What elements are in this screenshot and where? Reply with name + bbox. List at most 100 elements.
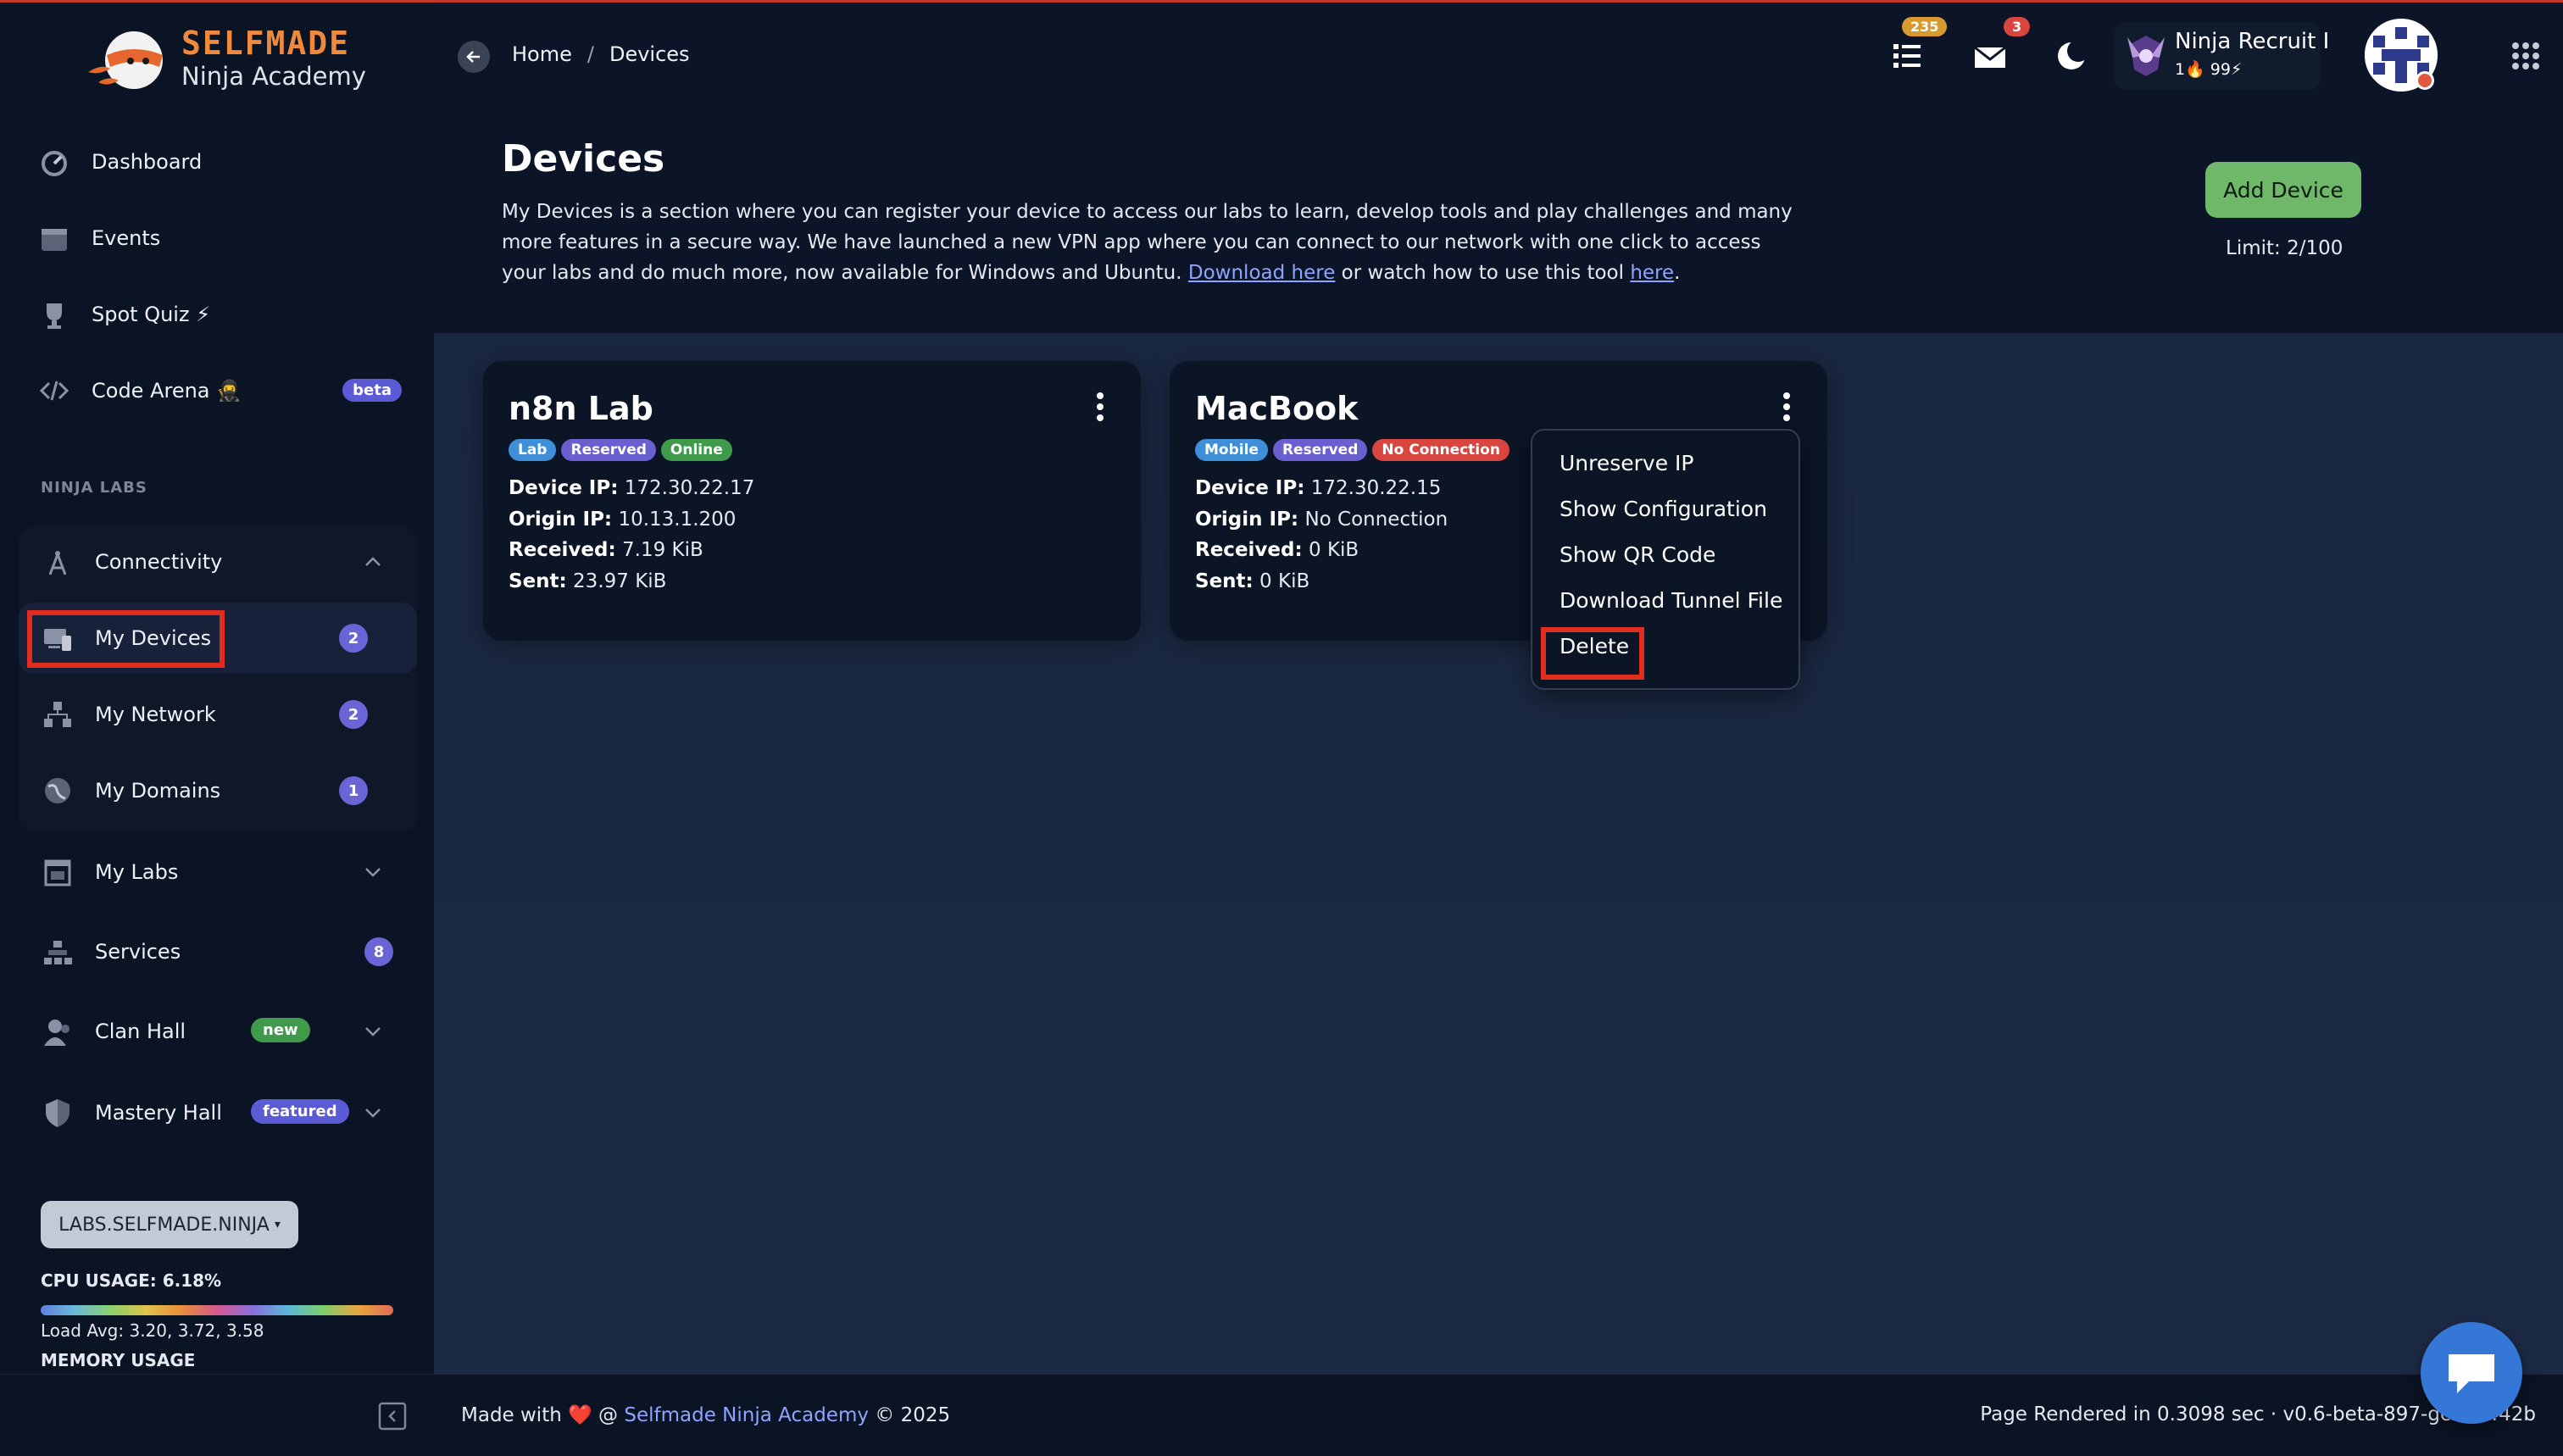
- sidebar-item-my-domains[interactable]: My Domains 1: [37, 765, 393, 816]
- device-tags: Lab Reserved Online: [509, 439, 732, 461]
- origin-ip-row: Origin IP: No Connection: [1195, 504, 1448, 536]
- footer-year: © 2025: [868, 1404, 951, 1426]
- featured-badge: featured: [251, 1099, 349, 1124]
- highlight-box-delete: [1541, 627, 1644, 680]
- kebab-menu-icon[interactable]: [1093, 392, 1107, 422]
- chevron-down-icon: [365, 1027, 381, 1036]
- menu-item-show-qr-code[interactable]: Show QR Code: [1559, 542, 1715, 567]
- sent-row: Sent: 0 KiB: [1195, 566, 1448, 597]
- device-ip-row: Device IP: 172.30.22.15: [1195, 473, 1448, 504]
- ninja-logo-icon: [88, 31, 163, 89]
- chevron-up-icon: [365, 557, 381, 566]
- lab-window-icon: [37, 852, 78, 892]
- theme-toggle-button[interactable]: [2049, 34, 2093, 78]
- device-tags: Mobile Reserved No Connection: [1195, 439, 1509, 461]
- menu-item-show-configuration[interactable]: Show Configuration: [1559, 497, 1767, 521]
- breadcrumb-separator: /: [587, 42, 594, 66]
- cpu-usage-bar: [41, 1305, 393, 1315]
- brand-subtitle: Ninja Academy: [181, 62, 366, 91]
- sidebar-item-label: Code Arena 🥷: [92, 379, 242, 403]
- tag-no-connection: No Connection: [1372, 439, 1509, 461]
- breadcrumb-current: Devices: [609, 42, 690, 66]
- sidebar-item-my-labs[interactable]: My Labs: [37, 847, 393, 897]
- sidebar-item-connectivity[interactable]: Connectivity: [37, 536, 393, 587]
- description-text: .: [1674, 262, 1681, 284]
- back-button[interactable]: [458, 41, 490, 73]
- footer: Made with ❤️ @ Selfmade Ninja Academy © …: [0, 1374, 2563, 1456]
- footer-academy-link[interactable]: Selfmade Ninja Academy: [624, 1404, 869, 1426]
- sidebar-item-clan-hall[interactable]: Clan Hall new: [37, 1006, 393, 1057]
- count-badge: 1: [339, 776, 368, 805]
- trophy-icon: [34, 294, 75, 335]
- sidebar-item-label: My Network: [95, 703, 216, 726]
- sidebar-item-label: Clan Hall: [95, 1020, 186, 1043]
- messages-count-badge: 3: [2004, 17, 2031, 36]
- received-value: 0 KiB: [1309, 539, 1359, 561]
- sidebar-item-services[interactable]: Services 8: [37, 926, 393, 977]
- tag-online: Online: [660, 439, 732, 461]
- sidebar: SELFMADE Ninja Academy Dashboard Events …: [0, 3, 434, 1374]
- apps-grid-button[interactable]: [2504, 34, 2548, 78]
- origin-ip-value: 10.13.1.200: [618, 508, 737, 531]
- tag-lab: Lab: [509, 439, 557, 461]
- kebab-menu-icon[interactable]: [1780, 392, 1793, 422]
- messages-button[interactable]: [1968, 36, 2012, 80]
- user-name: Ninja Recruit I: [2175, 29, 2330, 54]
- services-icon: [37, 931, 78, 972]
- server-select-button[interactable]: LABS.SELFMADE.NINJA ▾: [41, 1201, 298, 1248]
- list-icon: [1893, 44, 1921, 68]
- network-icon: [37, 694, 78, 735]
- menu-item-download-tunnel-file[interactable]: Download Tunnel File: [1559, 588, 1782, 613]
- tag-reserved: Reserved: [561, 439, 656, 461]
- highlight-box-my-devices: [27, 610, 225, 668]
- sidebar-item-spot-quiz[interactable]: Spot Quiz ⚡: [34, 289, 407, 340]
- tutorial-link[interactable]: here: [1630, 262, 1674, 284]
- received-label: Received:: [509, 539, 616, 561]
- memory-usage: MEMORY USAGE: [41, 1350, 196, 1370]
- chevron-down-icon: [365, 1109, 381, 1118]
- sidebar-item-label: My Labs: [95, 860, 179, 884]
- origin-ip-label: Origin IP:: [1195, 508, 1299, 531]
- shield-icon: [37, 1092, 78, 1133]
- menu-item-unreserve-ip[interactable]: Unreserve IP: [1559, 451, 1694, 475]
- tasks-count-badge: 235: [1902, 17, 1948, 36]
- received-label: Received:: [1195, 539, 1303, 561]
- breadcrumb-home[interactable]: Home: [512, 42, 572, 66]
- footer-credit: Made with ❤️ @ Selfmade Ninja Academy © …: [461, 1403, 950, 1426]
- device-name: n8n Lab: [509, 390, 653, 427]
- sidebar-item-label: My Domains: [95, 779, 221, 803]
- sidebar-item-events[interactable]: Events: [34, 213, 407, 264]
- origin-ip-label: Origin IP:: [509, 508, 613, 531]
- moon-icon: [2058, 40, 2088, 69]
- received-row: Received: 7.19 KiB: [509, 535, 754, 566]
- brand-title: SELFMADE: [181, 25, 351, 62]
- user-profile-card[interactable]: Ninja Recruit I 1🔥 99⚡: [2114, 22, 2329, 90]
- add-device-button[interactable]: Add Device: [2205, 162, 2361, 218]
- sidebar-item-dashboard[interactable]: Dashboard: [34, 136, 407, 187]
- tasks-button[interactable]: [1885, 34, 1929, 78]
- sidebar-item-my-network[interactable]: My Network 2: [37, 689, 393, 740]
- received-value: 7.19 KiB: [622, 539, 703, 561]
- user-stats: 1🔥 99⚡: [2175, 60, 2243, 79]
- section-title-ninja-labs: NINJA LABS: [41, 479, 147, 497]
- download-link[interactable]: Download here: [1188, 262, 1335, 284]
- chat-bubble-icon: [2449, 1354, 2494, 1393]
- sidebar-item-code-arena[interactable]: Code Arena 🥷 beta: [34, 365, 407, 416]
- brand-logo[interactable]: SELFMADE Ninja Academy: [81, 21, 370, 97]
- chat-button[interactable]: [2421, 1322, 2522, 1424]
- sidebar-item-mastery-hall[interactable]: Mastery Hall featured: [37, 1087, 393, 1138]
- device-ip-label: Device IP:: [1195, 477, 1305, 499]
- breadcrumb: Home / Devices: [512, 42, 690, 66]
- grid-icon: [2512, 42, 2539, 69]
- clan-icon: [37, 1011, 78, 1052]
- device-name: MacBook: [1195, 390, 1359, 427]
- page-title: Devices: [502, 137, 665, 181]
- collapse-sidebar-icon[interactable]: [378, 1402, 407, 1431]
- sidebar-item-label: Spot Quiz ⚡: [92, 303, 211, 326]
- footer-made-with: Made with ❤️ @: [461, 1404, 625, 1426]
- device-card: n8n Lab Lab Reserved Online Device IP: 1…: [483, 361, 1141, 641]
- dashboard-icon: [34, 142, 75, 182]
- sidebar-item-label: Dashboard: [92, 150, 203, 174]
- sidebar-item-label: Connectivity: [95, 550, 223, 574]
- count-badge: 2: [339, 700, 368, 729]
